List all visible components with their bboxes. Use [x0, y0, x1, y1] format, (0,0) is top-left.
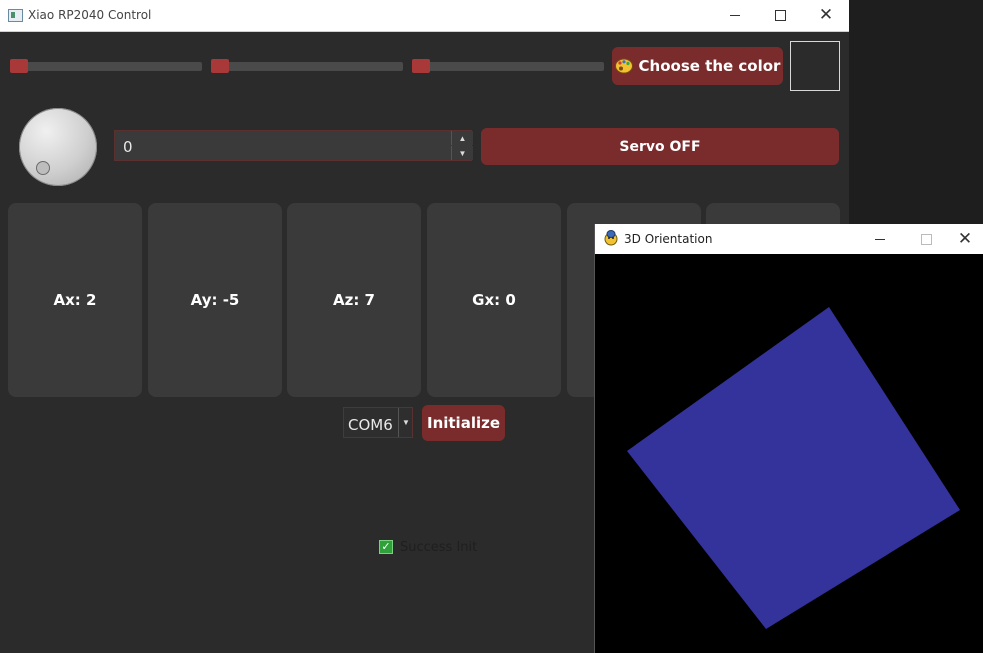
orientation-maximize-button[interactable] [903, 224, 949, 254]
green-slider[interactable] [211, 59, 403, 73]
red-slider-handle[interactable] [10, 59, 28, 73]
orientation-window: 3D Orientation ✕ [595, 224, 983, 653]
minimize-button[interactable] [712, 0, 758, 31]
dial-indicator [36, 161, 50, 175]
green-slider-handle[interactable] [211, 59, 229, 73]
minimize-icon [730, 15, 740, 16]
red-slider[interactable] [10, 59, 202, 73]
spinbox-value: 0 [123, 138, 133, 156]
initialize-button[interactable]: Initialize [422, 405, 505, 441]
blue-slider[interactable] [412, 59, 604, 73]
chevron-down-icon: ▼ [458, 148, 467, 158]
spin-down-button[interactable]: ▼ [451, 146, 473, 160]
success-checkbox-label: Success Init [400, 540, 478, 555]
orientation-canvas [627, 307, 960, 629]
com-port-select[interactable]: COM6 ▼ [343, 407, 413, 438]
sensor-value: Az: 7 [333, 291, 375, 309]
sensor-card-ax: Ax: 2 [8, 203, 142, 397]
sensor-card-az: Az: 7 [287, 203, 421, 397]
maximize-icon [920, 233, 932, 245]
checkmark-icon: ✓ [381, 541, 391, 553]
orientation-minimize-button[interactable] [857, 224, 903, 254]
orientation-close-button[interactable]: ✕ [947, 224, 983, 254]
dropdown-arrow[interactable]: ▼ [398, 408, 413, 437]
maximize-button[interactable] [757, 0, 803, 31]
close-button[interactable]: ✕ [803, 0, 849, 31]
color-preview-swatch [790, 41, 840, 91]
pygame-snake-icon [604, 230, 618, 246]
orientation-square [627, 307, 960, 629]
window-icon [8, 9, 23, 22]
close-icon: ✕ [957, 228, 973, 249]
sensor-value: Ay: -5 [190, 291, 240, 309]
close-icon: ✕ [818, 5, 834, 25]
blue-slider-handle[interactable] [412, 59, 430, 73]
servo-button-label: Servo OFF [619, 138, 701, 155]
minimize-icon [875, 238, 885, 240]
servo-angle-spinbox[interactable]: 0 ▲ ▼ [114, 130, 473, 161]
sensor-card-gx: Gx: 0 [427, 203, 561, 397]
choose-color-button[interactable]: Choose the color [612, 47, 783, 85]
chevron-down-icon: ▼ [402, 418, 410, 427]
chevron-up-icon: ▲ [458, 133, 467, 143]
sensor-value: Gx: 0 [472, 291, 516, 309]
servo-dial[interactable] [19, 108, 97, 186]
orientation-window-title: 3D Orientation [624, 232, 713, 246]
sensor-value: Ax: 2 [53, 291, 97, 309]
success-checkbox[interactable]: ✓ [379, 540, 393, 554]
spin-up-button[interactable]: ▲ [451, 131, 473, 145]
initialize-label: Initialize [426, 414, 501, 432]
servo-toggle-button[interactable]: Servo OFF [481, 128, 839, 165]
maximize-icon [774, 10, 786, 21]
palette-icon [614, 58, 633, 74]
com-port-value: COM6 [348, 416, 393, 434]
main-titlebar: Xiao RP2040 Control ✕ [0, 0, 849, 32]
choose-color-label: Choose the color [638, 57, 781, 75]
window-title: Xiao RP2040 Control [28, 8, 152, 22]
orientation-titlebar: 3D Orientation ✕ [595, 224, 983, 254]
sensor-card-ay: Ay: -5 [148, 203, 282, 397]
